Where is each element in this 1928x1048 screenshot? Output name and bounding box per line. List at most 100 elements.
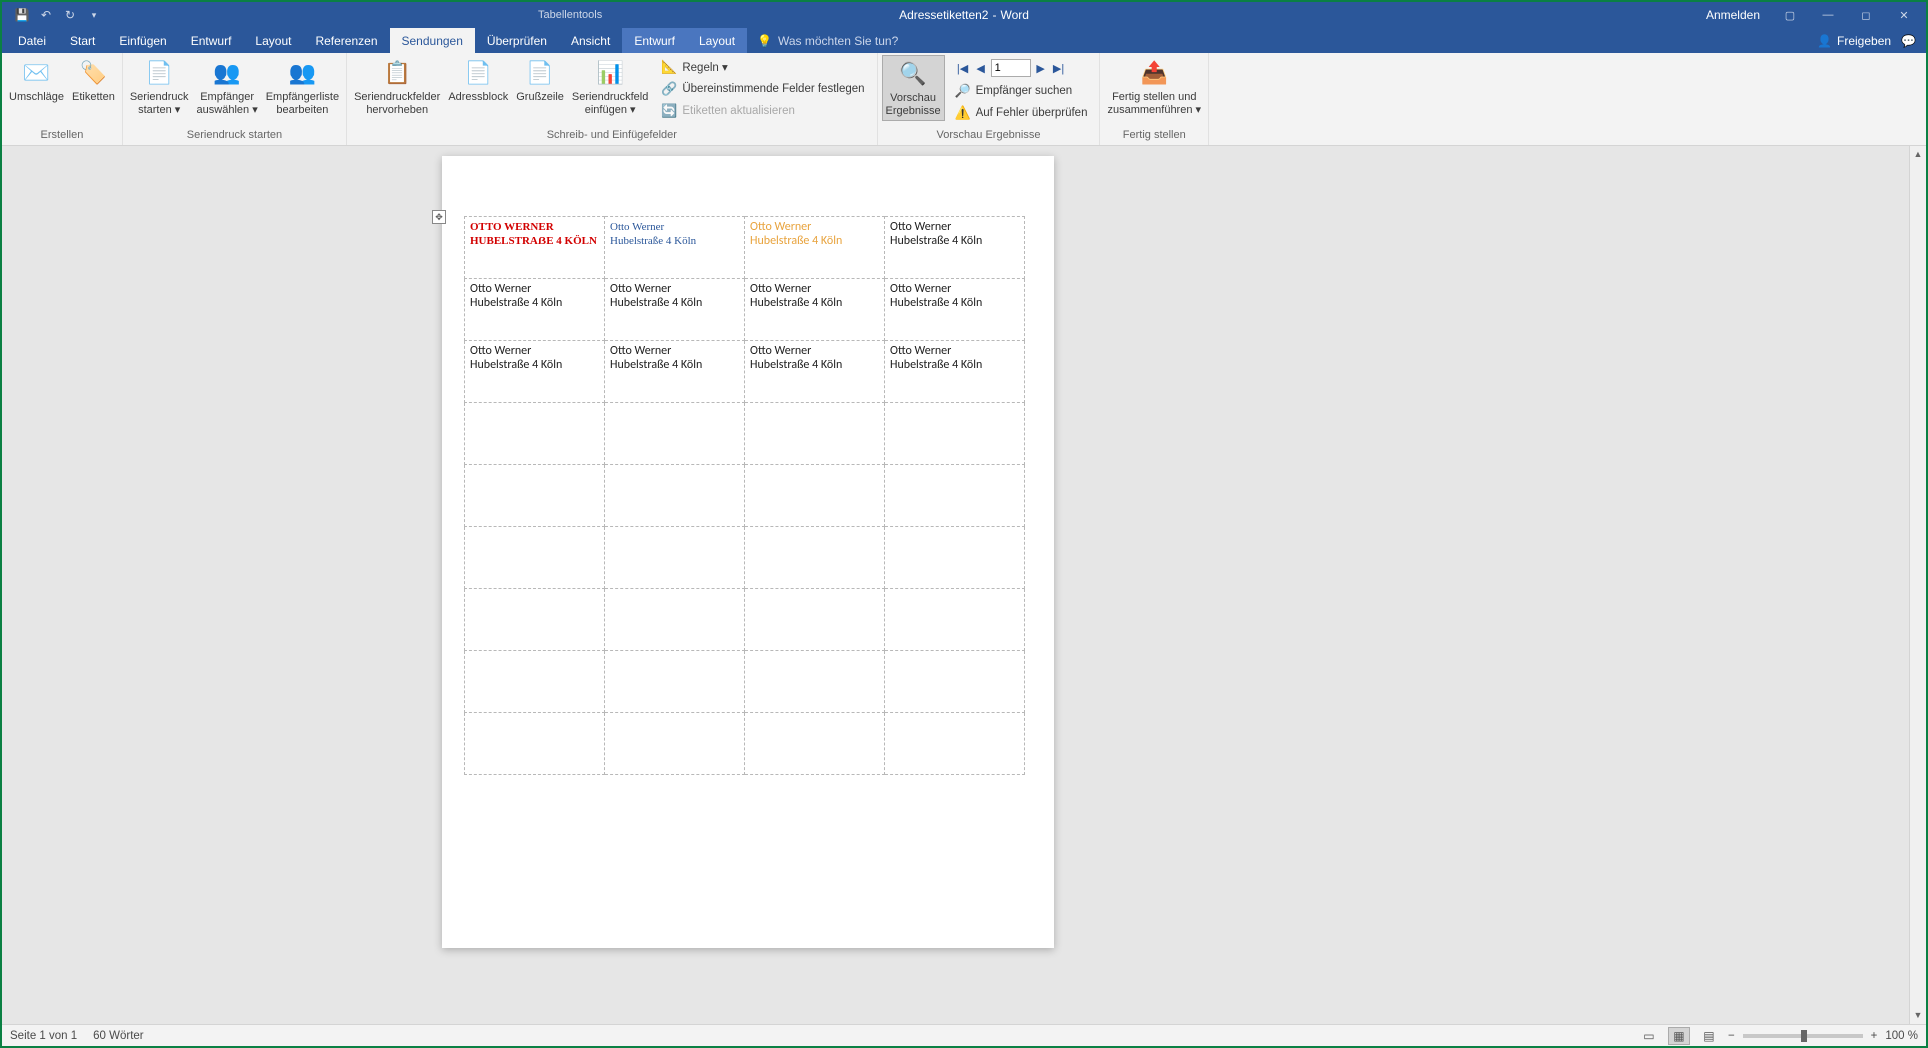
match-fields-button[interactable]: 🔗Übereinstimmende Felder festlegen (657, 79, 868, 99)
find-icon: 🔎 (955, 83, 971, 99)
document-area[interactable]: ✥ OTTO WERNERHUBELSTRAẞE 4 KÖLN Otto Wer… (2, 146, 1926, 1024)
label-cell[interactable] (745, 403, 885, 465)
signin-button[interactable]: Anmelden (1696, 8, 1770, 22)
prev-record-icon[interactable]: ◀ (973, 62, 989, 75)
tab-insert[interactable]: Einfügen (107, 28, 178, 53)
table-move-handle-icon[interactable]: ✥ (432, 210, 446, 224)
print-layout-icon[interactable]: ▦ (1668, 1027, 1690, 1045)
label-cell[interactable]: Otto WernerHubelstraße 4 Köln (605, 341, 745, 403)
label-cell[interactable] (605, 403, 745, 465)
scroll-up-icon[interactable]: ▲ (1910, 146, 1926, 163)
label-cell[interactable] (885, 713, 1025, 775)
start-merge-button[interactable]: 📄Seriendruckstarten ▾ (127, 55, 192, 119)
envelopes-button[interactable]: ✉️Umschläge (6, 55, 67, 106)
labels-button[interactable]: 🏷️Etiketten (69, 55, 118, 106)
label-cell[interactable]: Otto WernerHubelstraße 4 Köln (465, 279, 605, 341)
highlight-fields-button[interactable]: 📋Seriendruckfelderhervorheben (351, 55, 443, 119)
tab-mailings[interactable]: Sendungen (390, 28, 475, 53)
zoom-thumb[interactable] (1801, 1030, 1807, 1042)
last-record-icon[interactable]: ▶| (1051, 62, 1067, 75)
find-recipient-button[interactable]: 🔎Empfänger suchen (951, 81, 1092, 101)
zoom-level[interactable]: 100 % (1885, 1030, 1918, 1042)
tab-table-design[interactable]: Entwurf (622, 28, 687, 53)
group-preview: 🔍VorschauErgebnisse |◀ ◀ ▶ ▶| 🔎Empfänger… (878, 53, 1101, 145)
tell-me-search[interactable]: 💡 Was möchten Sie tun? (747, 28, 898, 53)
save-icon[interactable]: 💾 (10, 3, 34, 27)
label-cell[interactable]: Otto WernerHubelstraße 4 Köln (745, 217, 885, 279)
label-cell[interactable] (745, 651, 885, 713)
label-cell[interactable] (605, 713, 745, 775)
ribbon-options-icon[interactable]: ▢ (1772, 2, 1808, 28)
label-cell[interactable]: Otto WernerHubelstraße 4 Köln (745, 279, 885, 341)
label-cell[interactable] (605, 589, 745, 651)
tab-layout[interactable]: Layout (243, 28, 303, 53)
label-cell[interactable] (885, 403, 1025, 465)
finish-merge-button[interactable]: 📤Fertig stellen undzusammenführen ▾ (1104, 55, 1204, 119)
address-block-button[interactable]: 📄Adressblock (445, 55, 511, 106)
redo-icon[interactable]: ↻ (58, 3, 82, 27)
minimize-icon[interactable]: — (1810, 2, 1846, 28)
zoom-out-icon[interactable]: − (1728, 1030, 1735, 1042)
share-button[interactable]: 👤 Freigeben (1817, 34, 1891, 48)
zoom-slider[interactable] (1743, 1034, 1863, 1038)
first-record-icon[interactable]: |◀ (955, 62, 971, 75)
page-status[interactable]: Seite 1 von 1 (10, 1030, 77, 1042)
undo-icon[interactable]: ↶ (34, 3, 58, 27)
label-cell[interactable] (745, 589, 885, 651)
tab-home[interactable]: Start (58, 28, 107, 53)
label-cell[interactable] (465, 465, 605, 527)
scroll-down-icon[interactable]: ▼ (1910, 1007, 1926, 1024)
comments-icon[interactable]: 💬 (1901, 34, 1916, 48)
label-cell[interactable]: Otto WernerHubelstraße 4 Köln (745, 341, 885, 403)
check-errors-button[interactable]: ⚠️Auf Fehler überprüfen (951, 103, 1092, 123)
label-cell[interactable] (605, 651, 745, 713)
zoom-in-icon[interactable]: + (1871, 1030, 1878, 1042)
tab-references[interactable]: Referenzen (303, 28, 389, 53)
label-cell[interactable] (605, 527, 745, 589)
label-cell[interactable] (885, 651, 1025, 713)
label-cell[interactable] (885, 589, 1025, 651)
label-cell[interactable]: Otto WernerHubelstraße 4 Köln (885, 217, 1025, 279)
web-layout-icon[interactable]: ▤ (1698, 1027, 1720, 1045)
label-cell[interactable] (745, 713, 885, 775)
labels-table[interactable]: OTTO WERNERHUBELSTRAẞE 4 KÖLN Otto Werne… (464, 216, 1025, 775)
label-cell[interactable]: Otto WernerHubelstraße 4 Köln (605, 217, 745, 279)
label-cell[interactable] (605, 465, 745, 527)
label-cell[interactable] (465, 651, 605, 713)
tab-file[interactable]: Datei (6, 28, 58, 53)
word-count[interactable]: 60 Wörter (93, 1030, 144, 1042)
group-write-fields: 📋Seriendruckfelderhervorheben 📄Adressblo… (347, 53, 877, 145)
tab-table-layout[interactable]: Layout (687, 28, 747, 53)
maximize-icon[interactable]: ◻ (1848, 2, 1884, 28)
label-cell[interactable] (465, 527, 605, 589)
label-cell[interactable] (465, 589, 605, 651)
label-cell[interactable] (465, 713, 605, 775)
label-cell[interactable]: Otto WernerHubelstraße 4 Köln (885, 279, 1025, 341)
vertical-scrollbar[interactable]: ▲ ▼ (1909, 146, 1926, 1024)
table-row: Otto WernerHubelstraße 4 Köln Otto Werne… (465, 341, 1025, 403)
label-cell[interactable]: Otto WernerHubelstraße 4 Köln (885, 341, 1025, 403)
insert-merge-field-button[interactable]: 📊Seriendruckfeldeinfügen ▾ (569, 55, 651, 119)
tab-view[interactable]: Ansicht (559, 28, 622, 53)
label-cell[interactable] (885, 527, 1025, 589)
qat-customize-icon[interactable]: ▾ (82, 3, 106, 27)
label-cell[interactable]: Otto WernerHubelstraße 4 Köln (465, 341, 605, 403)
tab-design[interactable]: Entwurf (179, 28, 244, 53)
read-mode-icon[interactable]: ▭ (1638, 1027, 1660, 1045)
label-cell[interactable]: OTTO WERNERHUBELSTRAẞE 4 KÖLN (465, 217, 605, 279)
quick-access-toolbar: 💾 ↶ ↻ ▾ (2, 3, 106, 27)
record-number-input[interactable] (991, 59, 1031, 77)
select-recipients-button[interactable]: 👥Empfängerauswählen ▾ (194, 55, 261, 119)
label-cell[interactable] (465, 403, 605, 465)
preview-results-button[interactable]: 🔍VorschauErgebnisse (882, 55, 945, 121)
next-record-icon[interactable]: ▶ (1033, 62, 1049, 75)
label-cell[interactable] (745, 527, 885, 589)
close-icon[interactable]: ✕ (1886, 2, 1922, 28)
label-cell[interactable]: Otto WernerHubelstraße 4 Köln (605, 279, 745, 341)
edit-recipients-button[interactable]: 👥Empfängerlistebearbeiten (263, 55, 342, 119)
label-cell[interactable] (745, 465, 885, 527)
greeting-line-button[interactable]: 📄Grußzeile (513, 55, 567, 106)
tab-review[interactable]: Überprüfen (475, 28, 559, 53)
label-cell[interactable] (885, 465, 1025, 527)
rules-button[interactable]: 📐Regeln ▾ (657, 57, 868, 77)
